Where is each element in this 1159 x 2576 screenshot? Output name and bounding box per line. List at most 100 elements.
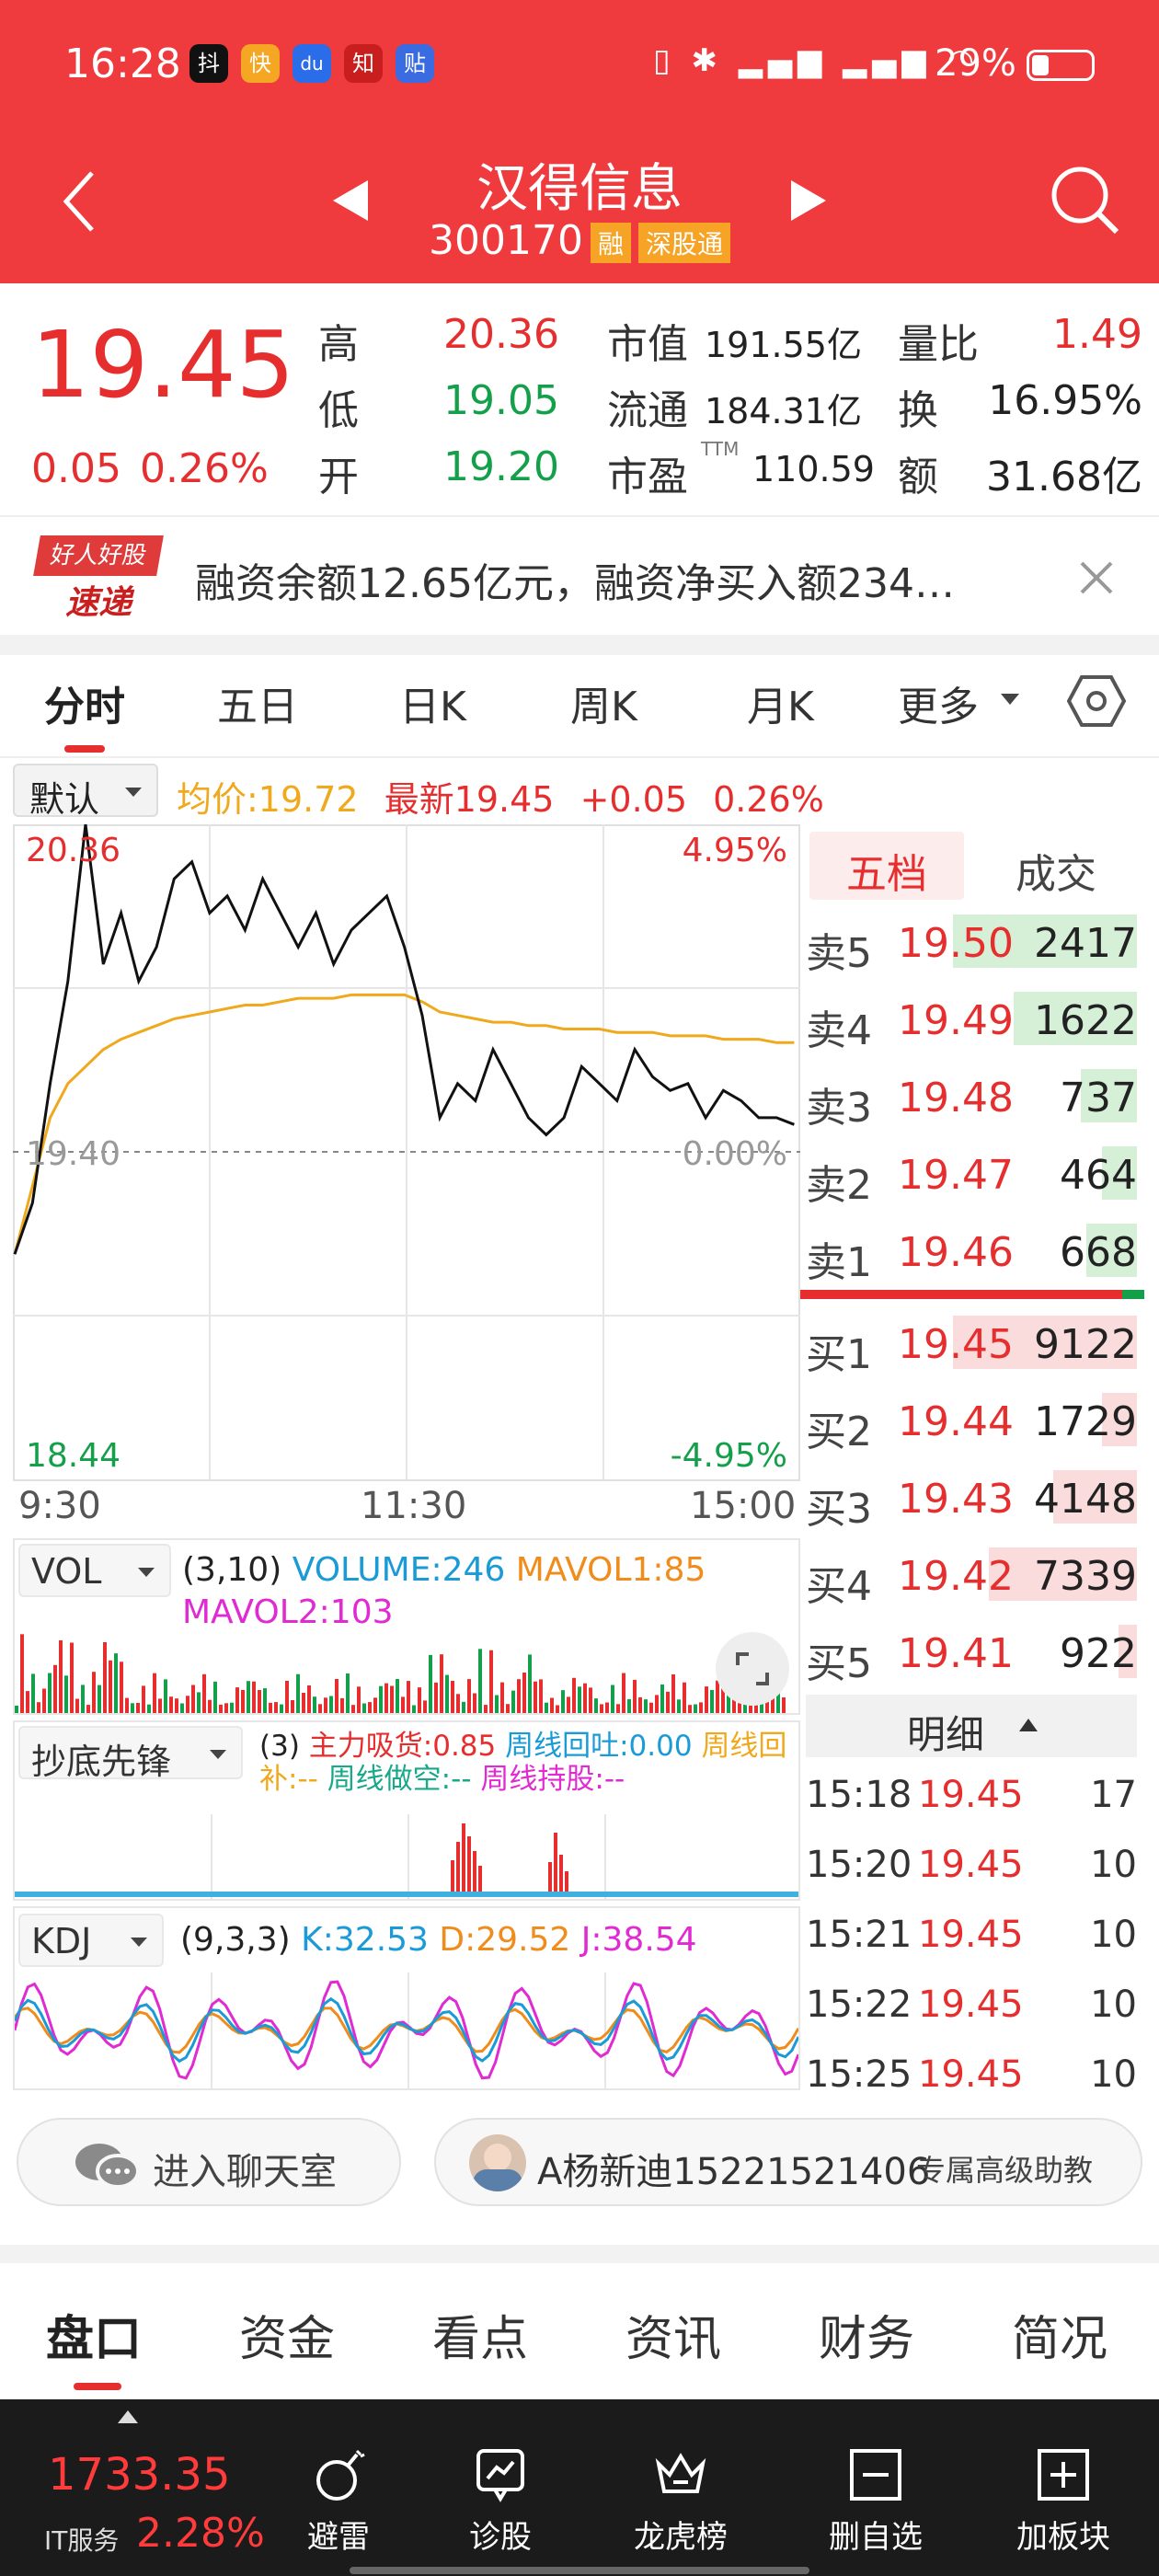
bid-row[interactable]: 买3 19.43 4148 bbox=[806, 1457, 1137, 1535]
settings-icon[interactable] bbox=[1067, 673, 1126, 729]
orderbook-divider bbox=[800, 1290, 1144, 1299]
next-stock-icon[interactable] bbox=[787, 178, 828, 223]
nav-remove-watchlist[interactable]: 删自选 bbox=[802, 2445, 949, 2557]
tab-more[interactable]: 更多 bbox=[898, 673, 979, 732]
stock-code: 300170 bbox=[429, 217, 583, 264]
volume-bar bbox=[699, 1702, 703, 1713]
volume-bar bbox=[180, 1703, 184, 1713]
tab-news[interactable]: 资讯 bbox=[625, 2300, 721, 2369]
section-divider bbox=[0, 635, 1159, 655]
chevron-up-icon bbox=[1019, 1719, 1038, 1731]
tieba-icon: 贴 bbox=[396, 44, 434, 83]
cdxf-selector[interactable]: 抄底先锋 bbox=[18, 1726, 243, 1782]
volume-panel[interactable]: VOL (3,10) VOLUME:246 MAVOL1:85 MAVOL2:1… bbox=[13, 1538, 800, 1715]
chart-info-line: 均价:19.72 最新19.45 +0.05 0.26% bbox=[177, 771, 824, 822]
bid-row[interactable]: 买2 19.44 1729 bbox=[806, 1380, 1137, 1457]
ask-row[interactable]: 卖3 19.48 737 bbox=[806, 1056, 1137, 1133]
news-banner[interactable]: 好人好股 速递 融资余额12.65亿元，融资净买入额234… bbox=[0, 515, 1159, 635]
ask-row[interactable]: 卖5 19.50 2417 bbox=[806, 902, 1137, 979]
volume-bar bbox=[534, 1681, 537, 1713]
volume-bar bbox=[412, 1705, 416, 1713]
volume-bar bbox=[671, 1674, 675, 1713]
ask-volume: 464 bbox=[1060, 1152, 1137, 1199]
chat-room-button[interactable]: 进入聊天室 bbox=[17, 2118, 401, 2206]
bid-volume: 9122 bbox=[1034, 1321, 1137, 1368]
volume-bar bbox=[434, 1682, 438, 1713]
volume-bar bbox=[53, 1664, 57, 1713]
latest-change: +0.05 bbox=[580, 779, 688, 820]
tab-finance[interactable]: 财务 bbox=[819, 2300, 914, 2369]
pe-ttm: TTM bbox=[701, 438, 740, 460]
volume-bar bbox=[324, 1697, 327, 1713]
tab-highlights[interactable]: 看点 bbox=[432, 2300, 528, 2369]
volume-bar bbox=[291, 1700, 294, 1713]
ask-row[interactable]: 卖2 19.47 464 bbox=[806, 1133, 1137, 1211]
tab-profile[interactable]: 简况 bbox=[1012, 2300, 1107, 2369]
trade-time: 15:20 bbox=[806, 1844, 912, 1886]
volume-bar bbox=[627, 1698, 631, 1713]
volume-bar bbox=[269, 1702, 272, 1713]
home-indicator bbox=[350, 2567, 809, 2574]
pe-value: 110.59 bbox=[752, 449, 875, 489]
tab-funds[interactable]: 资金 bbox=[239, 2300, 335, 2369]
advisor-button[interactable]: A杨新迪15221521406 专属高级助教 bbox=[434, 2118, 1142, 2206]
kdj-selector[interactable]: KDJ bbox=[18, 1914, 164, 1967]
volume-bar bbox=[429, 1654, 432, 1713]
tab-5day[interactable]: 五日 bbox=[217, 673, 298, 732]
volume-bar bbox=[451, 1681, 454, 1713]
volume-bar bbox=[517, 1679, 521, 1713]
volume-bar bbox=[528, 1654, 532, 1713]
volume-bar bbox=[611, 1685, 614, 1713]
volume-bar bbox=[705, 1686, 708, 1713]
kdj-d: D:29.52 bbox=[439, 1921, 571, 1959]
tab-intraday[interactable]: 分时 bbox=[44, 673, 125, 732]
volume-bar bbox=[235, 1687, 239, 1713]
bid-row[interactable]: 买5 19.41 922 bbox=[806, 1612, 1137, 1689]
volume-bar bbox=[81, 1685, 85, 1713]
nav-dragon-tiger[interactable]: 龙虎榜 bbox=[607, 2445, 754, 2557]
volume-bar bbox=[169, 1696, 173, 1713]
vol-mavol1: MAVOL1:85 bbox=[515, 1551, 706, 1589]
volume-bar bbox=[296, 1673, 300, 1713]
section-divider-2 bbox=[0, 2245, 1159, 2263]
volume-bar bbox=[20, 1634, 24, 1713]
volume-bar bbox=[500, 1682, 504, 1713]
trade-time: 15:21 bbox=[806, 1914, 912, 1956]
expand-button[interactable] bbox=[716, 1632, 789, 1706]
nav-avoid-risk[interactable]: 避雷 bbox=[265, 2445, 412, 2557]
volume-bar bbox=[401, 1696, 405, 1713]
nav-remove-watchlist-label: 删自选 bbox=[829, 2519, 923, 2556]
index-value[interactable]: 1733.35 bbox=[48, 2449, 231, 2501]
detail-header[interactable]: 明细 bbox=[806, 1695, 1137, 1757]
tab-weekly-k[interactable]: 周K bbox=[570, 673, 637, 732]
chart-mode-select[interactable]: 默认 bbox=[13, 764, 158, 820]
tab-market[interactable]: 盘口 bbox=[46, 2300, 142, 2369]
volume-bar bbox=[258, 1690, 261, 1713]
close-icon[interactable] bbox=[1078, 559, 1115, 596]
vol-label: VOL bbox=[31, 1551, 102, 1592]
intraday-chart[interactable]: 20.36 19.40 18.44 4.95% 0.00% -4.95% bbox=[13, 824, 800, 1481]
info-tabs: 盘口 资金 看点 资讯 财务 简况 bbox=[0, 2300, 1159, 2392]
chevron-down-icon bbox=[131, 1938, 147, 1947]
index-name: IT服务 bbox=[44, 2525, 120, 2556]
ask-row[interactable]: 卖4 19.49 1622 bbox=[806, 979, 1137, 1056]
trade-detail-row: 15:25 19.45 10 bbox=[806, 2039, 1137, 2109]
volume-bar bbox=[153, 1673, 156, 1713]
search-icon[interactable] bbox=[1047, 162, 1122, 237]
bid-level: 买5 bbox=[806, 1640, 872, 1687]
bid-row[interactable]: 买1 19.45 9122 bbox=[806, 1303, 1137, 1380]
nav-add-sector[interactable]: 加板块 bbox=[990, 2445, 1137, 2557]
tab-five-levels[interactable]: 五档 bbox=[809, 832, 964, 900]
tab-daily-k[interactable]: 日K bbox=[399, 673, 466, 732]
bottom-fishing-panel[interactable]: 抄底先锋 (3) 主力吸货:0.85 周线回吐:0.00 周线回补:-- 周线做… bbox=[13, 1720, 800, 1901]
volume-bar bbox=[368, 1702, 372, 1713]
nav-diagnose[interactable]: 诊股 bbox=[427, 2445, 574, 2557]
volume-bar bbox=[440, 1654, 443, 1713]
tab-monthly-k[interactable]: 月K bbox=[747, 673, 814, 732]
kdj-panel[interactable]: KDJ (9,3,3) K:32.53 D:29.52 J:38.54 bbox=[13, 1906, 800, 2090]
crown-icon bbox=[655, 2453, 706, 2493]
bid-row[interactable]: 买4 19.42 7339 bbox=[806, 1535, 1137, 1612]
tab-trades[interactable]: 成交 bbox=[1016, 841, 1096, 900]
vol-selector[interactable]: VOL bbox=[18, 1544, 171, 1597]
ask-row[interactable]: 卖1 19.46 668 bbox=[806, 1211, 1137, 1288]
